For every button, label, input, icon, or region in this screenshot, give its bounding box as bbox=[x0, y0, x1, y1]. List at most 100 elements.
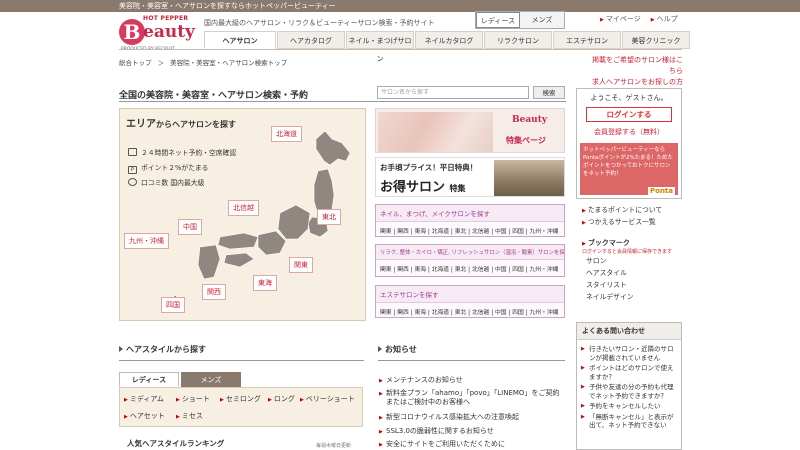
salon-name-search-input[interactable]: サロン名から探す bbox=[377, 86, 529, 99]
relax-category-title[interactable]: リラク, 整体・カイロ・矯正, リフレッシュサロン（温浴・酸素）サロンを探す bbox=[376, 245, 564, 260]
site-tagline: 国内最大級のヘアサロン・リラク＆ビューティーサロン検索・予約サイト bbox=[204, 19, 435, 27]
region-hokkaido[interactable]: 北海道 bbox=[271, 126, 302, 142]
relax-region-links[interactable]: 関東 | 関西 | 東海 | 北海道 | 東北 | 北信越 | 中国 | 四国 … bbox=[376, 260, 564, 277]
login-button[interactable]: ログインする bbox=[586, 107, 672, 122]
welcome-greeting: ようこそ、ゲストさん。 bbox=[590, 94, 668, 102]
region-kansai[interactable]: 関西 bbox=[202, 284, 226, 300]
point-links: たまるポイントについて つかえるサービス一覧 bbox=[582, 205, 662, 229]
news-item[interactable]: SSL3.0の脆弱性に関するお知らせ bbox=[379, 427, 561, 437]
bookmark-panel: ブックマーク ログインすると会員情報に保存できます サロン ヘアスタイル スタイ… bbox=[576, 238, 682, 316]
bookmark-nail-design-link[interactable]: ネイルデザイン bbox=[586, 291, 682, 303]
banner-beauty-logo: Beauty bbox=[512, 115, 548, 125]
region-kyushu-okinawa[interactable]: 九州・沖縄 bbox=[124, 233, 169, 249]
nail-lash-category-box: ネイル、まつげ、メイクサロンを探す 関東 | 関西 | 東海 | 北海道 | 東… bbox=[375, 204, 565, 237]
style-semilong-link[interactable]: セミロング bbox=[220, 394, 261, 404]
hairstyle-tabs: レディース メンズ bbox=[119, 372, 243, 387]
gender-ladies-tab[interactable]: レディース bbox=[476, 12, 520, 28]
faq-item[interactable]: 予約をキャンセルしたい bbox=[577, 401, 681, 412]
hairstyle-tab-mens[interactable]: メンズ bbox=[181, 372, 241, 387]
nav-tab-clinic[interactable]: 美容クリニック bbox=[622, 31, 690, 49]
region-kanto[interactable]: 関東 bbox=[289, 257, 313, 273]
esthe-category-title[interactable]: エステサロンを探す bbox=[376, 286, 564, 303]
news-divider bbox=[378, 360, 565, 361]
region-tokai[interactable]: 東海 bbox=[253, 275, 277, 291]
style-short-link[interactable]: ショート bbox=[176, 394, 210, 404]
breadcrumb: 総合トップ ＞ 美容院・美容室・ヘアサロン検索トップ bbox=[119, 57, 291, 67]
news-item[interactable]: 新料金プラン「ahamo」「povo」「LINEMO」をご契約またはご検討中のお… bbox=[379, 389, 561, 407]
nav-tab-hair-catalog[interactable]: ヘアカタログ bbox=[277, 31, 345, 49]
news-item[interactable]: 新型コロナウイルス感染拡大への注意喚起 bbox=[379, 413, 561, 423]
style-hairset-link[interactable]: ヘアセット bbox=[124, 411, 165, 421]
listing-request-link[interactable]: 掲載をご希望のサロン様はこちら bbox=[591, 55, 683, 77]
special-feature-banner[interactable]: Beauty 特集ページ bbox=[375, 108, 565, 153]
hairstyle-length-panel: ミディアム ショート セミロング ロング ベリーショート ヘアセット ミセス bbox=[119, 387, 363, 427]
breadcrumb-current: 美容院・美容室・ヘアサロン検索トップ bbox=[170, 59, 288, 67]
salon-photo bbox=[494, 160, 564, 196]
page-title: 全国の美容院・美容室・ヘアサロン検索・予約 bbox=[119, 91, 309, 101]
nail-lash-category-title[interactable]: ネイル、まつげ、メイクサロンを探す bbox=[376, 205, 564, 222]
hairstyle-divider bbox=[119, 360, 364, 361]
region-hokushinetsu[interactable]: 北信越 bbox=[228, 200, 259, 216]
mypage-link[interactable]: マイページ bbox=[600, 14, 641, 24]
points-info-link[interactable]: たまるポイントについて bbox=[582, 205, 662, 217]
gender-mens-tab[interactable]: メンズ bbox=[520, 12, 564, 28]
esthe-category-box: エステサロンを探す 関東 | 関西 | 東海 | 北海道 | 東北 | 北信越 … bbox=[375, 285, 565, 318]
search-button[interactable]: 検索 bbox=[533, 86, 565, 99]
deal-banner-small: 特集 bbox=[449, 184, 466, 193]
gender-switch: レディース メンズ bbox=[475, 11, 565, 29]
faq-item[interactable]: 子供や友達の分の予約も代理でネット予約できますか？ bbox=[577, 382, 681, 401]
faq-item[interactable]: ポイントはどのサロンで使えますか？ bbox=[577, 363, 681, 382]
services-list-link[interactable]: つかえるサービス一覧 bbox=[582, 217, 662, 229]
job-search-link[interactable]: 求人ヘアサロンをお探しの方 bbox=[591, 77, 683, 88]
bookmark-hairstyle-link[interactable]: ヘアスタイル bbox=[586, 267, 682, 279]
ponta-banner-text: ホットペッパービューティーならPontaポイントが2%たまる！ためたポイントをつ… bbox=[583, 147, 674, 177]
ponta-banner[interactable]: ホットペッパービューティーならPontaポイントが2%たまる！ためたポイントをつ… bbox=[580, 143, 678, 195]
style-medium-link[interactable]: ミディアム bbox=[124, 394, 164, 404]
hairstyle-section-title: ヘアスタイルから探す bbox=[119, 344, 206, 355]
relax-category-box: リラク, 整体・カイロ・矯正, リフレッシュサロン（温浴・酸素）サロンを探す 関… bbox=[375, 244, 565, 277]
ranking-update-note: 毎週木曜日更新 bbox=[316, 443, 352, 449]
news-item[interactable]: メンテナンスのお知らせ bbox=[379, 376, 561, 386]
nav-tab-hair-salon[interactable]: ヘアサロン bbox=[204, 31, 276, 49]
banner-special-page-label: 特集ページ bbox=[506, 136, 546, 145]
map-chubu bbox=[277, 204, 311, 240]
site-logo[interactable]: HOT PEPPER B eauty PRODUCED BY RECRUIT bbox=[119, 15, 195, 52]
faq-item[interactable]: 行きたいサロン・近隣のサロンが掲載されていません bbox=[577, 344, 681, 363]
map-chugoku bbox=[217, 232, 259, 250]
style-long-link[interactable]: ロング bbox=[268, 394, 295, 404]
bookmark-stylist-link[interactable]: スタイリスト bbox=[586, 279, 682, 291]
nail-photo bbox=[378, 112, 493, 152]
deal-banner-subtitle: お手頃プライス！平日特典！ bbox=[380, 163, 478, 172]
register-link[interactable]: 会員登録する（無料） bbox=[577, 127, 681, 137]
breadcrumb-top[interactable]: 総合トップ bbox=[119, 59, 152, 67]
category-nav: ヘアサロン ヘアカタログ ネイル・まつげサロン ネイルカタログ リラクサロン エ… bbox=[204, 31, 691, 63]
logo-hotpepper: HOT PEPPER bbox=[143, 15, 189, 22]
nail-lash-region-links[interactable]: 関東 | 関西 | 東海 | 北海道 | 東北 | 北信越 | 中国 | 四国 … bbox=[376, 222, 564, 239]
deal-banner-big: お得サロン bbox=[380, 180, 446, 195]
map-hokkaido bbox=[315, 130, 351, 166]
map-shikoku bbox=[223, 252, 255, 268]
help-link[interactable]: ヘルプ bbox=[651, 14, 678, 24]
hairstyle-tab-ladies[interactable]: レディース bbox=[119, 372, 179, 387]
style-mrs-link[interactable]: ミセス bbox=[176, 411, 203, 421]
news-section-title: お知らせ bbox=[378, 344, 417, 355]
style-veryshort-link[interactable]: ベリーショート bbox=[300, 394, 355, 404]
region-chugoku[interactable]: 中国 bbox=[178, 219, 202, 235]
ponta-logo: Ponta bbox=[648, 187, 675, 195]
map-kinki bbox=[257, 230, 287, 256]
nav-tab-nail-eyelash[interactable]: ネイル・まつげサロン bbox=[346, 31, 414, 63]
top-links: マイページ ヘルプ bbox=[600, 14, 678, 24]
region-tohoku[interactable]: 東北 bbox=[317, 209, 341, 225]
news-item[interactable]: 安全にサイトをご利用いただくために bbox=[379, 440, 561, 450]
bookmark-title: ブックマーク bbox=[582, 238, 682, 248]
esthe-region-links[interactable]: 関東 | 関西 | 東海 | 北海道 | 東北 | 北信越 | 中国 | 四国 … bbox=[376, 303, 564, 320]
ranking-title: 人気ヘアスタイルランキング bbox=[127, 439, 225, 448]
bookmark-salon-link[interactable]: サロン bbox=[586, 255, 682, 267]
deal-salon-banner[interactable]: お手頃プライス！平日特典！ お得サロン 特集 bbox=[375, 157, 565, 197]
faq-panel: よくある問い合わせ 行きたいサロン・近隣のサロンが掲載されていません ポイントは… bbox=[576, 322, 682, 450]
faq-item[interactable]: 「無断キャンセル」と表示が出て、ネット予約できない bbox=[577, 412, 681, 431]
nav-tab-nail-catalog[interactable]: ネイルカタログ bbox=[415, 31, 483, 49]
nav-tab-relax[interactable]: リラクサロン bbox=[484, 31, 552, 49]
nav-tab-esthe[interactable]: エステサロン bbox=[553, 31, 621, 49]
region-shikoku[interactable]: 四国 bbox=[161, 297, 185, 313]
